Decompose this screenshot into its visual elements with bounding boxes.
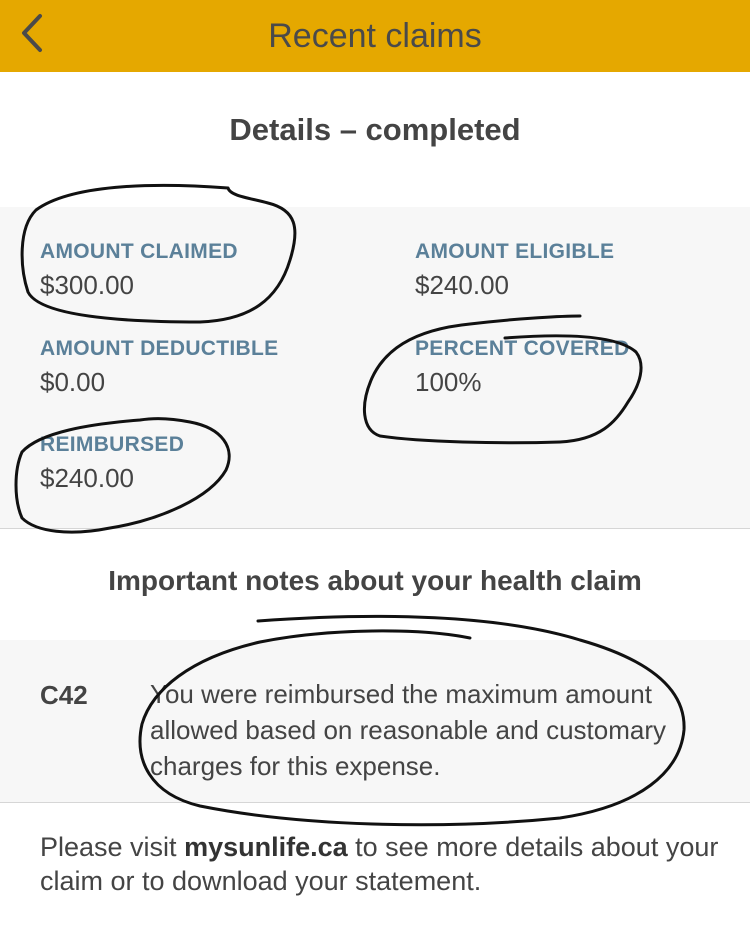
footer-prefix: Please visit (40, 832, 185, 862)
amount-eligible-value: $240.00 (415, 270, 509, 300)
mysunlife-link[interactable]: mysunlife.ca (184, 832, 348, 862)
reimbursed-label: REIMBURSED (40, 433, 185, 456)
notes-panel: C42 You were reimbursed the maximum amou… (0, 640, 750, 803)
percent-covered-value: 100% (415, 367, 482, 397)
back-button[interactable] (12, 8, 52, 58)
percent-covered-field: PERCENT COVERED 100% (415, 337, 630, 398)
note-code: C42 (40, 680, 88, 710)
amount-deductible-value: $0.00 (40, 367, 106, 397)
amount-eligible-field: AMOUNT ELIGIBLE $240.00 (415, 240, 614, 301)
footer-text: Please visit mysunlife.ca to see more de… (40, 830, 720, 898)
notes-title: Important notes about your health claim (108, 565, 642, 596)
amount-claimed-value: $300.00 (40, 270, 134, 300)
percent-covered-label: PERCENT COVERED (415, 337, 630, 360)
amount-deductible-label: AMOUNT DEDUCTIBLE (40, 337, 279, 360)
app-header: Recent claims (0, 0, 750, 72)
note-text: You were reimbursed the maximum amount a… (150, 679, 667, 781)
chevron-left-icon (22, 14, 42, 52)
claim-details-panel: AMOUNT CLAIMED $300.00 AMOUNT ELIGIBLE $… (0, 207, 750, 529)
page-title: Recent claims (268, 16, 482, 55)
amount-claimed-field: AMOUNT CLAIMED $300.00 (40, 240, 238, 301)
reimbursed-value: $240.00 (40, 463, 134, 493)
amount-claimed-label: AMOUNT CLAIMED (40, 240, 238, 263)
reimbursed-field: REIMBURSED $240.00 (40, 433, 184, 494)
amount-deductible-field: AMOUNT DEDUCTIBLE $0.00 (40, 337, 278, 398)
amount-eligible-label: AMOUNT ELIGIBLE (415, 240, 615, 263)
details-title: Details – completed (229, 112, 521, 147)
